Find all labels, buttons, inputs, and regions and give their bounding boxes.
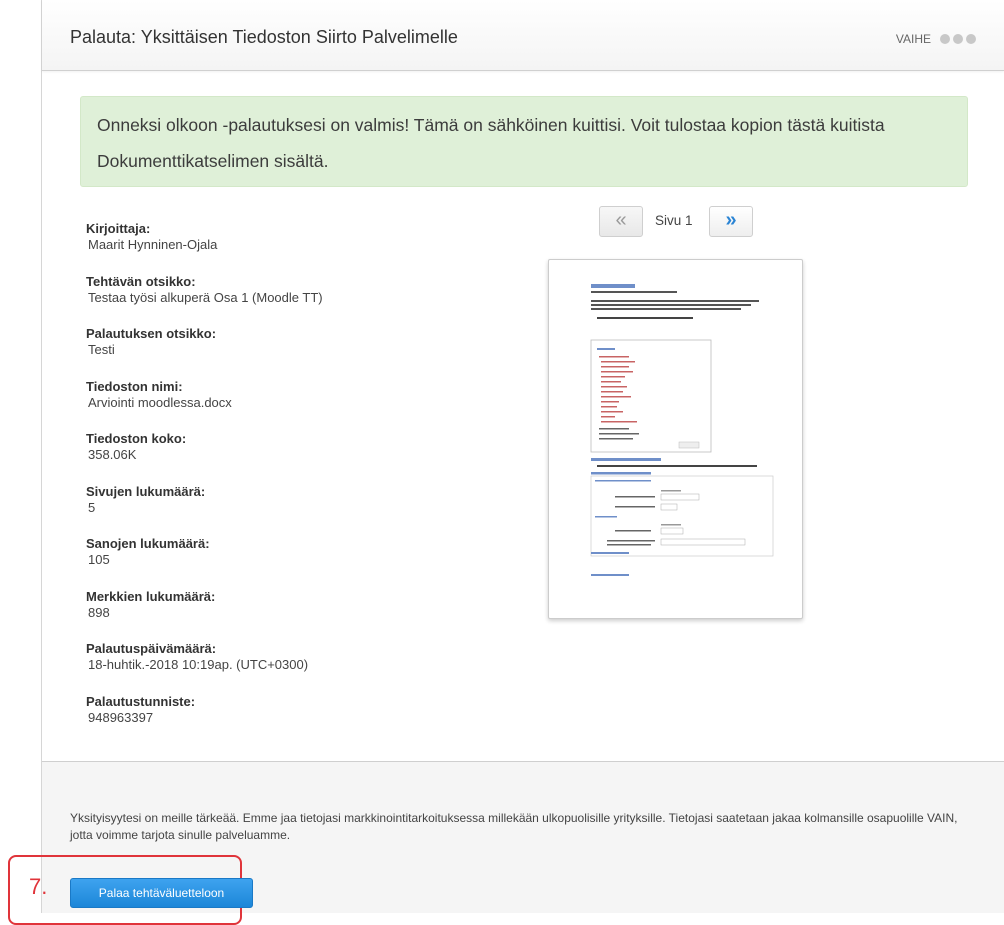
detail-word-count: Sanojen lukumäärä: 105 xyxy=(86,537,506,590)
previous-page-button[interactable]: « xyxy=(599,206,643,237)
document-thumbnail xyxy=(590,284,774,576)
detail-submission-date: Palautuspäivämäärä: 18-huhtik.-2018 10:1… xyxy=(86,642,506,695)
double-chevron-right-icon: » xyxy=(725,209,737,231)
next-page-button[interactable]: » xyxy=(709,206,753,237)
double-chevron-left-icon: « xyxy=(615,209,627,231)
document-preview[interactable] xyxy=(548,259,803,619)
detail-character-count: Merkkien lukumäärä: 898 xyxy=(86,588,506,643)
detail-value: 898 xyxy=(88,604,110,620)
step-dot-icon xyxy=(966,34,976,44)
detail-value: Testi xyxy=(88,342,115,357)
detail-value: 358.06K xyxy=(88,447,137,462)
detail-label: Kirjoittaja: xyxy=(86,221,151,236)
page-header: Palauta: Yksittäisen Tiedoston Siirto Pa… xyxy=(42,0,1004,71)
detail-file-size: Tiedoston koko: 358.06K xyxy=(86,432,506,485)
detail-file-name: Tiedoston nimi: Arviointi moodlessa.docx xyxy=(86,378,506,433)
detail-label: Tiedoston nimi: xyxy=(86,378,183,394)
submission-details: Kirjoittaja: Maarit Hynninen-Ojala Tehtä… xyxy=(86,222,506,747)
detail-value: Arviointi moodlessa.docx xyxy=(88,394,232,410)
detail-label: Tehtävän otsikko: xyxy=(86,273,196,289)
detail-label: Palautuspäivämäärä: xyxy=(86,641,217,656)
detail-value: 18-huhtik.-2018 10:19ap. (UTC+0300) xyxy=(88,657,309,672)
detail-value: Maarit Hynninen-Ojala xyxy=(88,237,218,252)
detail-label: Sanojen lukumäärä: xyxy=(86,536,210,551)
annotation-step-number: 7. xyxy=(29,874,48,899)
detail-submission-id: Palautustunniste: 948963397 xyxy=(86,693,506,748)
step-dot-icon xyxy=(940,34,950,44)
step-label: VAIHE xyxy=(895,32,931,46)
detail-page-count: Sivujen lukumäärä: 5 xyxy=(86,483,506,538)
page-title: Palauta: Yksittäisen Tiedoston Siirto Pa… xyxy=(70,27,458,47)
detail-label: Palautustunniste: xyxy=(86,693,196,709)
detail-value: Testaa työsi alkuperä Osa 1 (Moodle TT) xyxy=(88,289,323,305)
detail-label: Tiedoston koko: xyxy=(86,431,187,446)
detail-label: Sivujen lukumäärä: xyxy=(86,483,206,499)
detail-value: 948963397 xyxy=(88,709,154,725)
detail-label: Palautuksen otsikko: xyxy=(86,326,217,341)
success-alert: Onneksi olkoon -palautuksesi on valmis! … xyxy=(80,96,968,187)
privacy-notice: Yksityisyytesi on meille tärkeää. Emme j… xyxy=(70,811,958,842)
detail-submission-title: Palautuksen otsikko: Testi xyxy=(86,327,506,380)
page-indicator: Sivu 1 xyxy=(655,213,693,228)
detail-value: 5 xyxy=(88,499,96,515)
step-indicator: VAIHE xyxy=(896,32,976,46)
detail-label: Merkkien lukumäärä: xyxy=(86,588,216,604)
detail-assignment-title: Tehtävän otsikko: Testaa työsi alkuperä … xyxy=(86,273,506,328)
return-to-assignments-button[interactable]: Palaa tehtäväluetteloon xyxy=(70,878,253,908)
detail-value: 105 xyxy=(88,552,110,567)
step-dot-icon xyxy=(953,34,963,44)
detail-author: Kirjoittaja: Maarit Hynninen-Ojala xyxy=(86,222,506,275)
